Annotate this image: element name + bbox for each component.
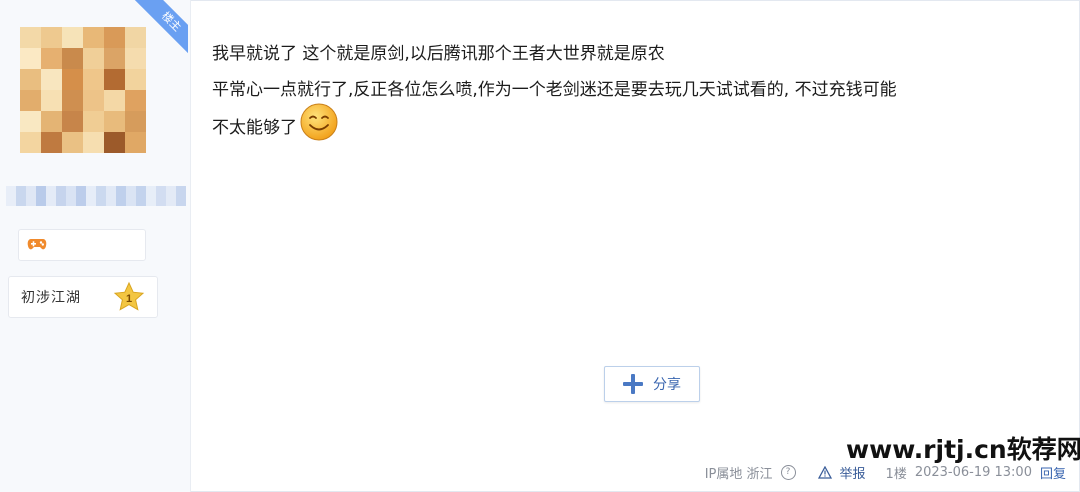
reply-link[interactable]: 回复 [1040, 463, 1066, 482]
post-line-2: 平常心一点就行了,反正各位怎么喷,作为一个老剑迷还是要去玩几天试试看的, 不过充… [212, 80, 897, 100]
op-badge-label: 楼主 [132, 0, 188, 54]
gamepad-icon [27, 239, 47, 250]
warning-icon[interactable] [817, 465, 832, 479]
username[interactable] [6, 186, 186, 206]
member-title: 初涉江湖 [21, 290, 81, 306]
site-watermark: www.rjtj.cn软荐网 [846, 435, 1080, 464]
share-label: 分享 [653, 377, 681, 393]
ip-location: IP属地 浙江 [704, 466, 773, 482]
help-icon[interactable]: ? [780, 464, 796, 480]
plus-icon [623, 374, 643, 394]
report-link[interactable]: 举报 [840, 463, 866, 482]
post-footer: IP属地 浙江 ? 举报 1楼 2023-06-19 13:00 回复 [705, 462, 1066, 482]
post-line-1: 我早就说了 这个就是原剑,以后腾讯那个王者大世界就是原农 [212, 44, 665, 64]
member-title-box[interactable]: 初涉江湖 1 [8, 276, 158, 318]
share-button[interactable]: 分享 [604, 366, 700, 402]
level-badge-box [18, 229, 146, 261]
floor-number: 1楼 [885, 466, 907, 482]
post-line-3: 不太能够了 [212, 118, 297, 138]
op-corner-badge: 楼主 [112, 0, 188, 54]
post-content: 我早就说了 这个就是原剑,以后腾讯那个王者大世界就是原农 平常心一点就行了,反正… [212, 36, 1072, 148]
smiley-emoji-icon [300, 103, 338, 141]
level-number: 1 [126, 293, 132, 305]
level-star-icon: 1 [113, 281, 145, 311]
author-column: 楼主 初涉江湖 1 [0, 0, 191, 492]
post-line-3-wrap: 不太能够了 [212, 103, 1072, 148]
post-timestamp: 2023-06-19 13:00 [914, 464, 1032, 480]
